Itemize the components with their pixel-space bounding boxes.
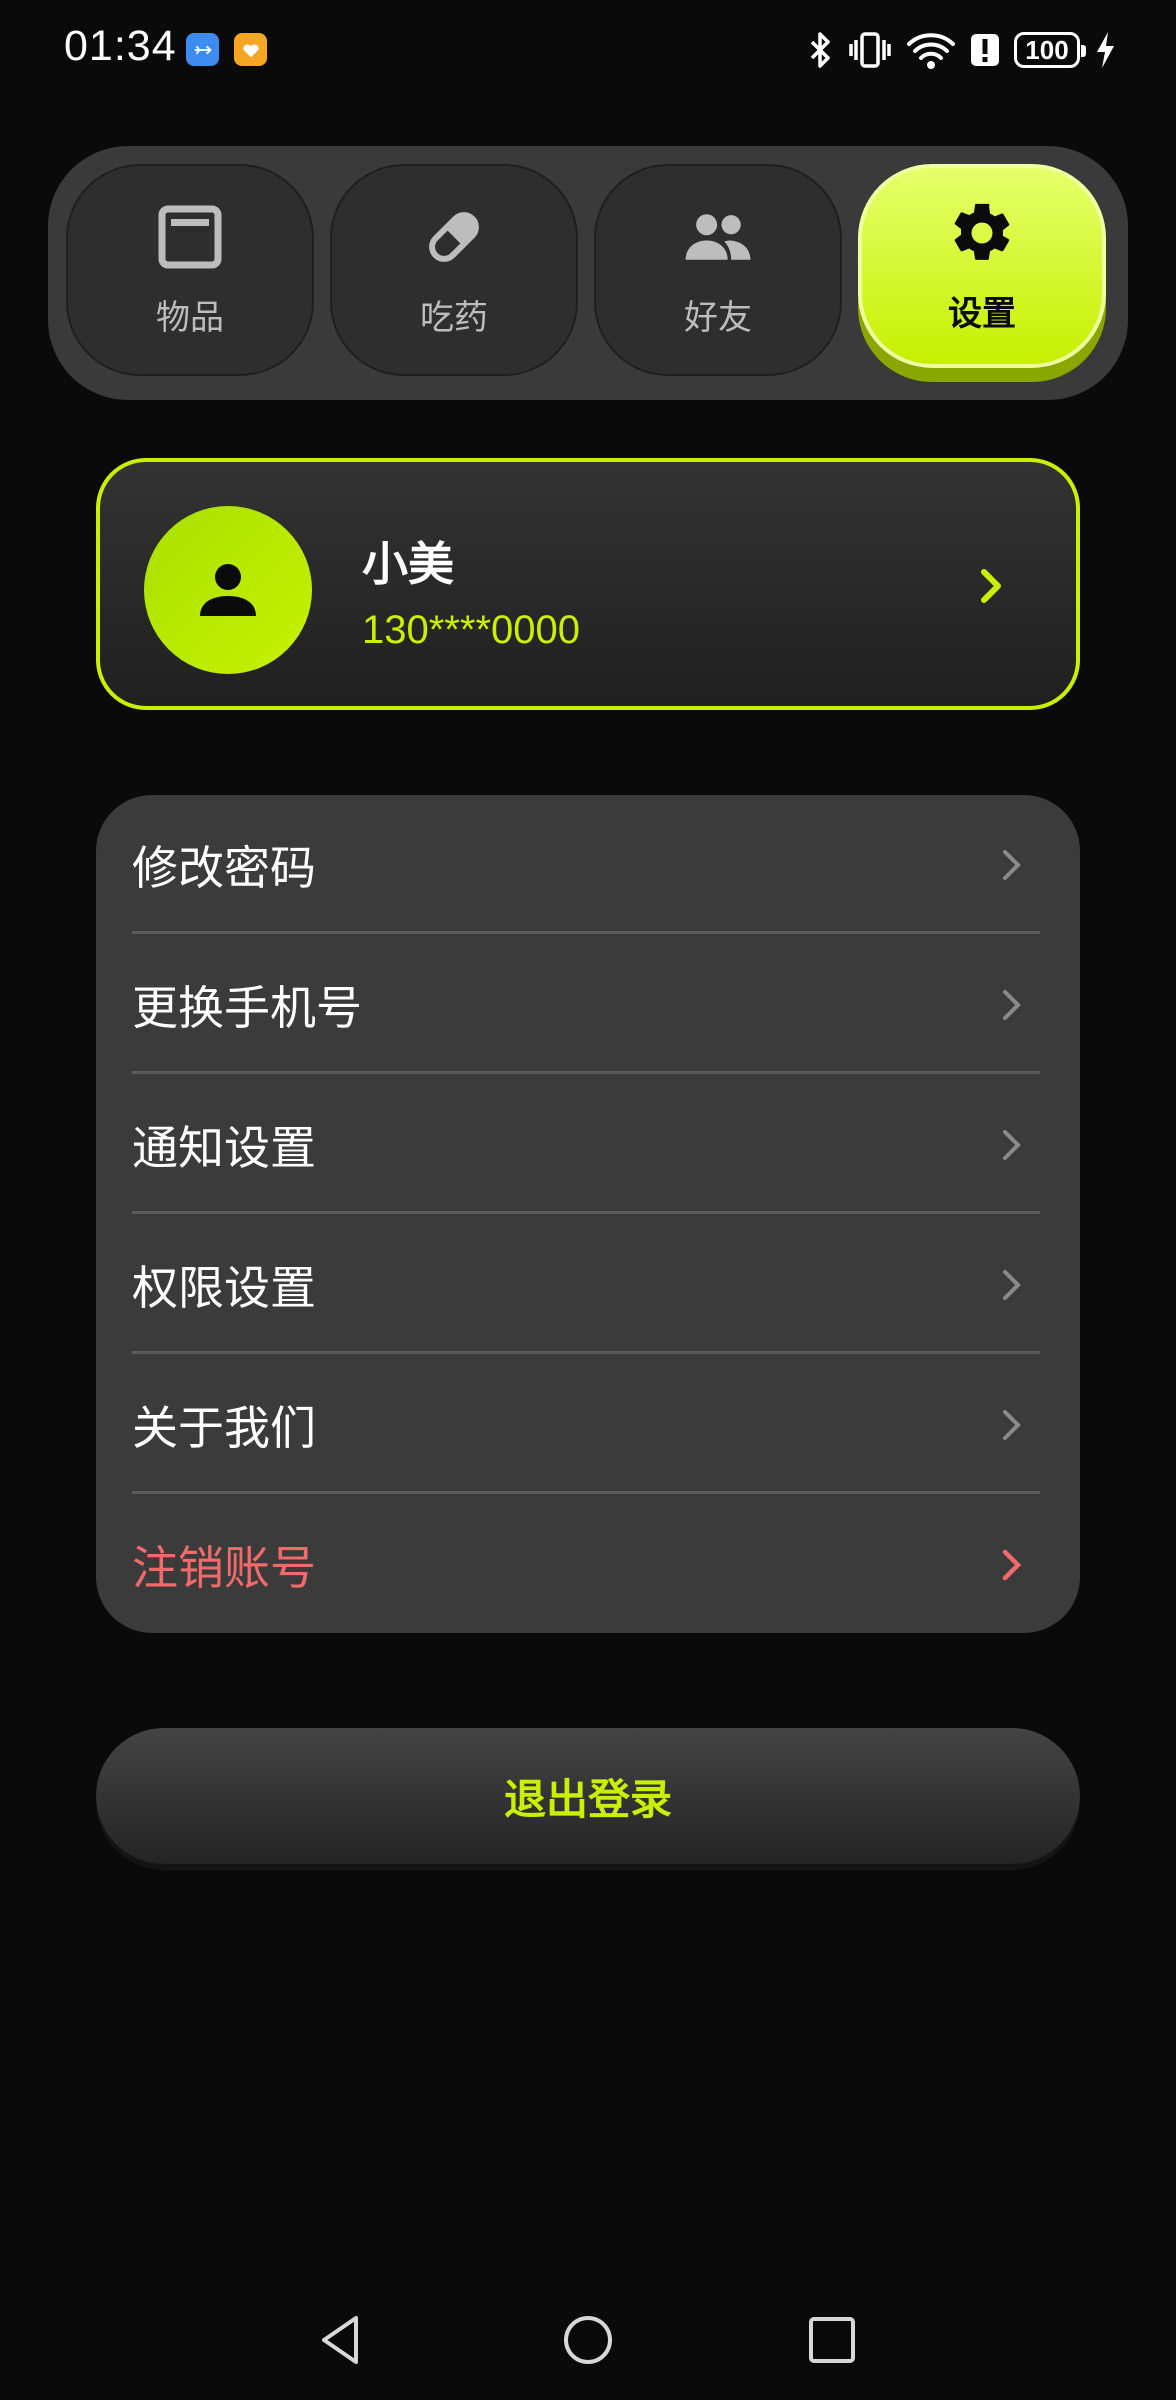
menu-item-label: 通知设置 — [132, 1121, 316, 1175]
divider — [132, 1491, 1040, 1494]
status-bar: 01:34 100 — [0, 0, 1176, 100]
back-icon[interactable] — [312, 2310, 372, 2370]
profile-card[interactable]: 小美 130****0000 — [96, 458, 1080, 710]
settings-menu: 修改密码 更换手机号 通知设置 权限设置 关于我们 注销账号 — [96, 795, 1080, 1633]
pill-icon — [419, 202, 489, 272]
tab-items[interactable]: 物品 — [66, 164, 314, 376]
status-time: 01:34 — [64, 22, 177, 70]
logout-label: 退出登录 — [503, 1774, 672, 1824]
home-icon[interactable] — [558, 2310, 618, 2370]
tab-medicine[interactable]: 吃药 — [330, 164, 578, 376]
chevron-right-icon — [1003, 1130, 1021, 1160]
settings-screen: 01:34 100 物品 吃药 好友 设置 小美 130****0000 修改密… — [0, 0, 1176, 2400]
menu-item-notification-settings[interactable]: 通知设置 — [132, 1075, 1040, 1215]
chevron-right-icon — [1003, 1270, 1021, 1300]
menu-item-label: 注销账号 — [132, 1541, 316, 1595]
chevron-right-icon — [1003, 850, 1021, 880]
gear-icon — [947, 198, 1017, 268]
divider — [132, 1211, 1040, 1214]
user-icon — [200, 564, 256, 616]
battery-level: 100 — [1025, 34, 1069, 65]
recents-icon[interactable] — [802, 2310, 862, 2370]
avatar — [144, 506, 312, 674]
menu-item-change-phone[interactable]: 更换手机号 — [132, 935, 1040, 1075]
tab-friends[interactable]: 好友 — [594, 164, 842, 376]
vibrate-icon — [849, 32, 891, 68]
item-box-icon — [155, 202, 225, 272]
menu-item-permission-settings[interactable]: 权限设置 — [132, 1215, 1040, 1355]
battery-icon: 100 — [1014, 32, 1086, 68]
charging-icon — [1097, 32, 1114, 68]
alert-icon — [971, 34, 999, 66]
menu-item-label: 权限设置 — [132, 1261, 316, 1315]
divider — [132, 931, 1040, 934]
friends-icon — [683, 202, 753, 272]
bluetooth-icon — [810, 32, 830, 68]
tab-label: 物品 — [156, 297, 224, 338]
top-tab-bar: 物品 吃药 好友 设置 — [48, 146, 1128, 400]
chevron-right-icon — [1002, 1549, 1022, 1581]
profile-name: 小美 — [362, 537, 454, 591]
tab-label: 吃药 — [420, 297, 488, 338]
logout-button[interactable]: 退出登录 — [96, 1728, 1080, 1864]
menu-item-label: 关于我们 — [132, 1401, 316, 1455]
chevron-right-icon — [1003, 1410, 1021, 1440]
tab-settings[interactable]: 设置 — [858, 164, 1106, 368]
app-heart-icon — [234, 33, 267, 66]
tab-label: 设置 — [948, 293, 1016, 334]
chevron-right-icon — [981, 569, 1001, 603]
chevron-right-icon — [1003, 990, 1021, 1020]
usb-icon — [186, 33, 219, 66]
menu-item-label: 更换手机号 — [132, 981, 362, 1035]
menu-item-change-password[interactable]: 修改密码 — [132, 795, 1040, 935]
profile-phone: 130****0000 — [362, 608, 580, 652]
menu-item-label: 修改密码 — [132, 841, 316, 895]
divider — [132, 1351, 1040, 1354]
wifi-icon — [907, 33, 955, 69]
tab-label: 好友 — [684, 297, 752, 338]
divider — [132, 1071, 1040, 1074]
system-nav-bar — [0, 2290, 1176, 2386]
menu-item-delete-account[interactable]: 注销账号 — [132, 1495, 1040, 1633]
menu-item-about-us[interactable]: 关于我们 — [132, 1355, 1040, 1495]
